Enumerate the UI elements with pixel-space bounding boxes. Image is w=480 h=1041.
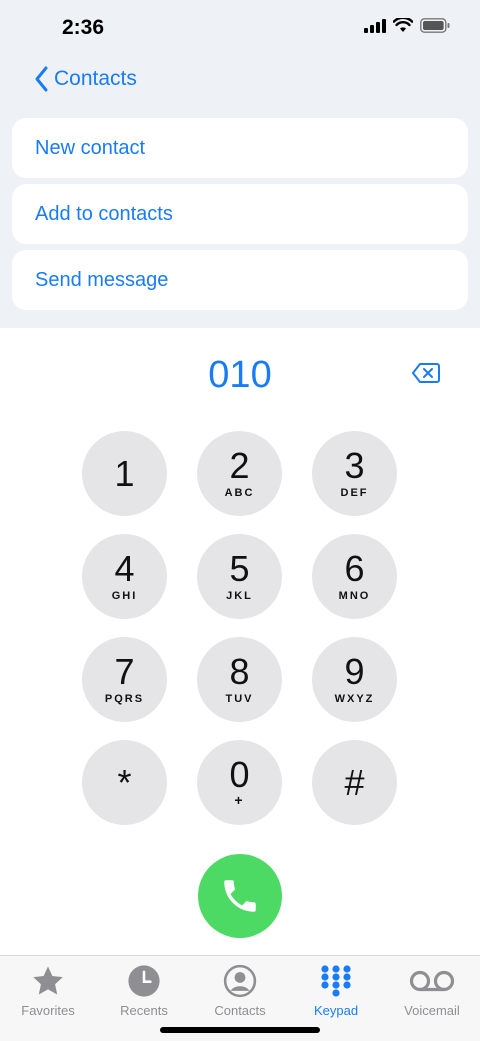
signal-icon (364, 18, 386, 33)
key-digit: 9 (344, 651, 365, 692)
battery-icon (420, 18, 450, 33)
clock-icon (96, 964, 192, 998)
key-3[interactable]: 3 DEF (312, 431, 397, 516)
key-digit: 8 (229, 651, 250, 692)
key-letters: DEF (340, 487, 369, 499)
key-digit: 2 (229, 445, 250, 486)
key-star[interactable]: * (82, 740, 167, 825)
key-letters: TUV (225, 693, 254, 705)
tab-recents[interactable]: Recents (96, 964, 192, 1018)
back-label: Contacts (54, 67, 137, 90)
tab-contacts[interactable]: Contacts (192, 964, 288, 1018)
add-to-contacts-button[interactable]: Add to contacts (12, 184, 468, 244)
key-letters: WXYZ (334, 693, 375, 705)
new-contact-button[interactable]: New contact (12, 118, 468, 178)
tab-voicemail[interactable]: Voicemail (384, 964, 480, 1018)
dialed-number: 010 (208, 354, 272, 396)
tab-keypad[interactable]: Keypad (288, 964, 384, 1018)
home-indicator (160, 1027, 320, 1033)
key-digit: 1 (114, 453, 135, 494)
send-message-label: Send message (35, 269, 169, 291)
key-6[interactable]: 6 MNO (312, 534, 397, 619)
delete-button[interactable] (412, 362, 440, 389)
key-4[interactable]: 4 GHI (82, 534, 167, 619)
status-bar: 2:36 (0, 0, 480, 56)
key-9[interactable]: 9 WXYZ (312, 637, 397, 722)
call-button[interactable] (198, 854, 282, 938)
back-button[interactable]: Contacts (34, 66, 137, 92)
key-0[interactable]: 0 + (197, 740, 282, 825)
key-digit: * (117, 762, 132, 803)
key-letters: GHI (111, 590, 138, 602)
backspace-icon (412, 363, 440, 383)
key-letters: + (234, 792, 245, 808)
new-contact-label: New contact (35, 137, 146, 159)
tab-label: Recents (120, 1003, 168, 1018)
key-digit: 7 (114, 651, 135, 692)
person-circle-icon (192, 964, 288, 998)
tab-favorites[interactable]: Favorites (0, 964, 96, 1018)
key-8[interactable]: 8 TUV (197, 637, 282, 722)
tab-label: Keypad (313, 1003, 359, 1018)
key-letters: MNO (338, 590, 371, 602)
key-2[interactable]: 2 ABC (197, 431, 282, 516)
key-digit: 3 (344, 445, 365, 486)
voicemail-icon (384, 964, 480, 998)
star-icon (0, 964, 96, 998)
wifi-icon (393, 18, 413, 32)
tab-label: Voicemail (404, 1003, 460, 1018)
key-7[interactable]: 7 PQRS (82, 637, 167, 722)
key-digit: 0 (229, 754, 250, 795)
key-letters: JKL (226, 590, 253, 602)
key-letters: PQRS (104, 693, 145, 705)
key-5[interactable]: 5 JKL (197, 534, 282, 619)
keypad-icon (288, 964, 384, 998)
key-digit: # (344, 762, 365, 803)
key-digit: 5 (229, 548, 250, 589)
tab-label: Favorites (21, 1003, 75, 1018)
status-icons (364, 18, 450, 33)
phone-icon (224, 880, 256, 912)
key-letters: ABC (224, 487, 255, 499)
key-1[interactable]: 1 (82, 431, 167, 516)
add-to-contacts-label: Add to contacts (35, 203, 173, 225)
status-time: 2:36 (62, 16, 105, 39)
tab-label: Contacts (214, 1003, 266, 1018)
key-digit: 6 (344, 548, 365, 589)
key-hash[interactable]: # (312, 740, 397, 825)
send-message-button[interactable]: Send message (12, 250, 468, 310)
chevron-left-icon (35, 66, 48, 92)
key-digit: 4 (114, 548, 135, 589)
